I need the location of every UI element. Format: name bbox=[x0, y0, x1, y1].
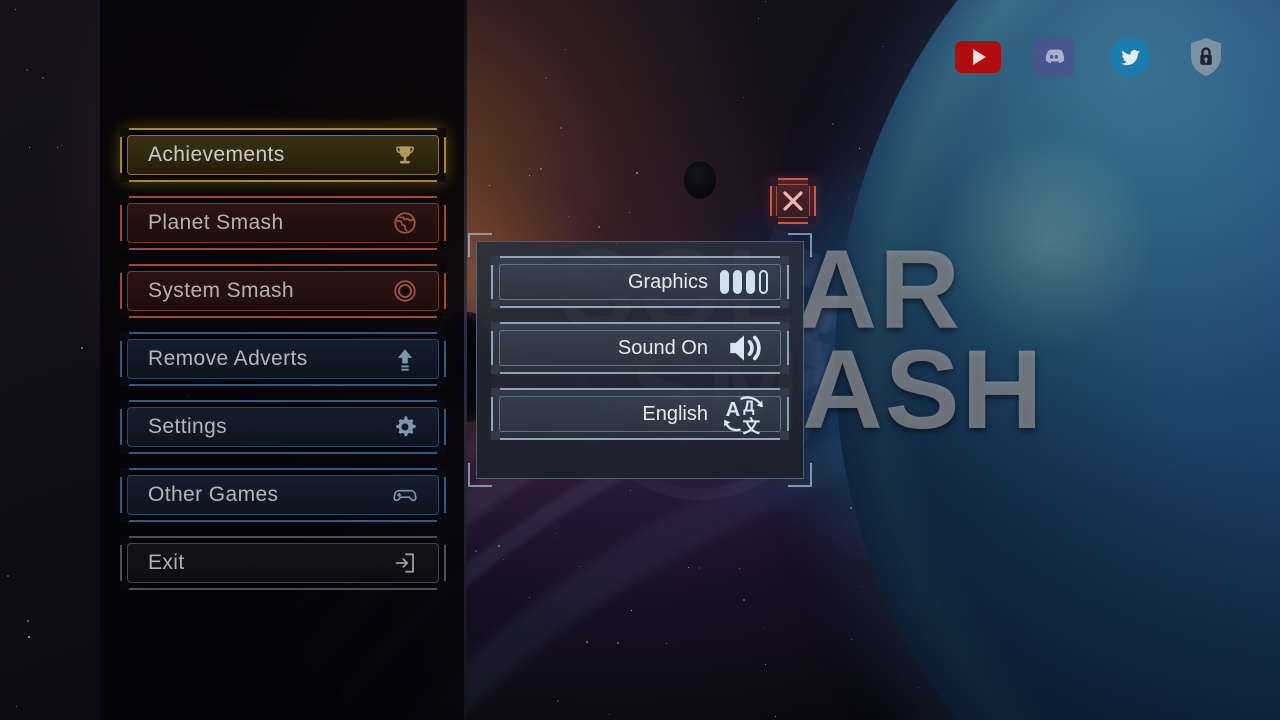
level-bars-icon bbox=[720, 270, 768, 294]
dialog-corner-bl bbox=[468, 463, 492, 487]
dialog-corner-br bbox=[788, 463, 812, 487]
settings-row-label: English bbox=[642, 402, 708, 425]
settings-row-graphics[interactable]: Graphics bbox=[491, 256, 789, 308]
menu-item-label: Planet Smash bbox=[148, 211, 284, 234]
settings-row-english[interactable]: English A Д 文 bbox=[491, 388, 789, 440]
menu-item-achievements[interactable]: Achievements bbox=[120, 128, 446, 182]
menu-item-other-games[interactable]: Other Games bbox=[120, 468, 446, 522]
game-screen: SOLAR SMASH Achievements Planet Smash bbox=[0, 0, 1280, 720]
svg-text:文: 文 bbox=[743, 416, 761, 436]
menu-item-remove-adverts[interactable]: Remove Adverts bbox=[120, 332, 446, 386]
close-dialog-button[interactable] bbox=[770, 178, 816, 224]
youtube-button[interactable] bbox=[955, 34, 1001, 80]
gear-icon bbox=[390, 412, 420, 442]
settings-row-label: Graphics bbox=[627, 270, 708, 293]
svg-text:Д: Д bbox=[743, 398, 754, 415]
menu-backdrop-edge bbox=[464, 0, 467, 720]
twitter-icon bbox=[1110, 37, 1150, 77]
settings-rows: Graphics Sound On English A Д 文 bbox=[477, 256, 803, 440]
dialog-corner-tl bbox=[468, 233, 492, 257]
upgrade-arrow-icon bbox=[390, 344, 420, 374]
menu-item-settings[interactable]: Settings bbox=[120, 400, 446, 454]
menu-item-planet-smash[interactable]: Planet Smash bbox=[120, 196, 446, 250]
trophy-icon bbox=[390, 140, 420, 170]
menu-item-label: System Smash bbox=[148, 279, 295, 302]
menu-item-label: Other Games bbox=[148, 483, 279, 506]
menu-item-exit[interactable]: Exit bbox=[120, 536, 446, 590]
social-links bbox=[955, 34, 1229, 80]
menu-item-label: Settings bbox=[148, 415, 228, 438]
discord-icon bbox=[1034, 37, 1074, 77]
settings-row-label: Sound On bbox=[617, 336, 708, 359]
menu-item-label: Exit bbox=[148, 551, 185, 574]
menu-item-label: Remove Adverts bbox=[148, 347, 308, 370]
moon-body bbox=[684, 161, 716, 199]
exit-door-icon bbox=[390, 548, 420, 578]
gamepad-icon bbox=[390, 480, 420, 510]
settings-dialog: Graphics Sound On English A Д 文 bbox=[468, 233, 812, 487]
dialog-corner-tr bbox=[788, 233, 812, 257]
privacy-button[interactable] bbox=[1183, 34, 1229, 80]
settings-row-sound-on[interactable]: Sound On bbox=[491, 322, 789, 374]
speaker-on-icon bbox=[722, 326, 766, 370]
svg-text:A: A bbox=[726, 399, 741, 421]
main-menu: Achievements Planet Smash System Smash R… bbox=[120, 128, 446, 604]
globe-icon bbox=[390, 208, 420, 238]
youtube-icon bbox=[955, 41, 1001, 73]
twitter-button[interactable] bbox=[1107, 34, 1153, 80]
shield-lock-icon bbox=[1190, 38, 1222, 76]
translate-icon: A Д 文 bbox=[722, 392, 766, 436]
menu-item-system-smash[interactable]: System Smash bbox=[120, 264, 446, 318]
menu-item-label: Achievements bbox=[148, 143, 285, 166]
discord-button[interactable] bbox=[1031, 34, 1077, 80]
target-icon bbox=[390, 276, 420, 306]
